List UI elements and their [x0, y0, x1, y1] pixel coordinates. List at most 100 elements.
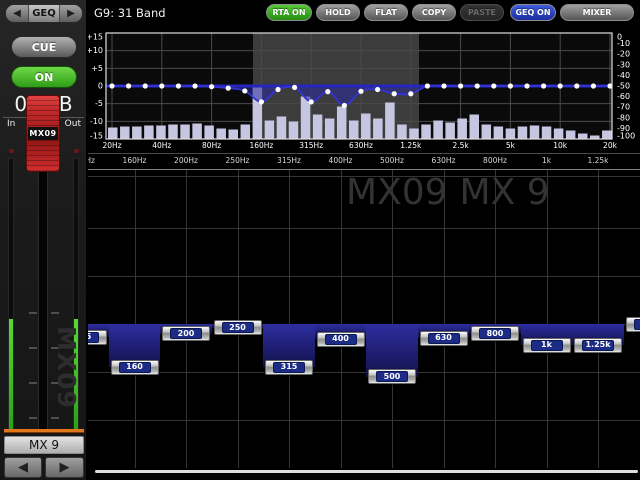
prev-channel-button[interactable]: ◀ — [4, 457, 42, 478]
band-gain-dot — [259, 99, 264, 104]
rta-bar — [325, 119, 335, 139]
axis-label: -70 — [617, 103, 630, 112]
fader-tick — [29, 312, 37, 314]
geq-editor-window: ◀ GEQ ▶ CUE ON 0.0dB In Out MX09 MX09 MX… — [0, 0, 640, 480]
band-fader-handle-1k[interactable]: 1k — [523, 338, 571, 353]
rta-bar — [494, 127, 504, 139]
mixer-button[interactable]: MIXER — [560, 4, 634, 21]
next-geq-arrow-icon[interactable]: ▶ — [60, 5, 82, 22]
panel-gridline — [598, 170, 599, 468]
band-gain-dot — [491, 83, 496, 88]
band-fader-label: 160 — [119, 362, 151, 373]
band-fader-label: 1.6k — [634, 319, 640, 330]
band-gain-dot — [392, 91, 397, 96]
fader-tick — [29, 417, 37, 419]
rta-bar — [132, 127, 142, 139]
band-gain-dot — [126, 83, 131, 88]
prev-geq-arrow-icon[interactable]: ◀ — [6, 5, 28, 22]
copy-button[interactable]: COPY — [412, 4, 456, 21]
rta-bar — [445, 123, 455, 139]
rta-bar — [204, 126, 214, 139]
x-tick-label: 5k — [490, 141, 530, 150]
channel-fader-handle[interactable]: MX09 — [26, 95, 60, 172]
rta-bar — [602, 131, 612, 139]
rta-bar — [433, 121, 443, 139]
band-fader-handle-250[interactable]: 250 — [214, 320, 262, 335]
rta-bar — [313, 115, 323, 139]
panel-gridline — [88, 176, 640, 177]
band-gain-dot — [458, 83, 463, 88]
x-tick-label: 20k — [590, 141, 630, 150]
band-fader-handle-1.25k[interactable]: 1.25k — [574, 338, 622, 353]
band-header-label: 200Hz — [164, 156, 208, 165]
panel-gridline — [341, 170, 342, 468]
axis-label: -5 — [95, 99, 103, 108]
band-gain-dot — [275, 87, 280, 92]
band-fader-handle-500[interactable]: 500 — [368, 369, 416, 384]
band-fader-strip[interactable]: MX09MX 9 125 160 200 250 315 400 500 630 800 1k 1.… — [88, 169, 640, 468]
rta-bar — [590, 136, 600, 139]
panel-gridline — [444, 170, 445, 468]
on-button[interactable]: ON — [11, 66, 77, 88]
geq-on-button[interactable]: GEQ ON — [510, 4, 556, 21]
fader-tick — [29, 382, 37, 384]
band-gain-dot — [375, 87, 380, 92]
panel-gridline — [88, 276, 640, 277]
rta-bar — [385, 103, 395, 139]
band-fader-label: 125 — [88, 332, 99, 343]
band-gain-dot — [475, 83, 480, 88]
input-level-meter — [8, 158, 14, 432]
rta-bar — [192, 124, 202, 139]
rta-bar — [554, 129, 564, 139]
hold-button[interactable]: HOLD — [316, 4, 360, 21]
rta-bar — [409, 129, 419, 139]
axis-label: +5 — [91, 64, 103, 73]
rta-bar — [578, 134, 588, 139]
band-header-label: 1k — [525, 156, 569, 165]
axis-label: -80 — [617, 113, 630, 122]
panel-gridline — [135, 170, 136, 468]
band-fader-handle-630[interactable]: 630 — [420, 331, 468, 346]
rta-bar — [241, 125, 251, 139]
band-fader-handle-800[interactable]: 800 — [471, 326, 519, 341]
flat-button[interactable]: FLAT — [364, 4, 408, 21]
geq-rack-watermark: MX09MX 9 — [346, 172, 550, 213]
band-header-label: 630Hz — [422, 156, 466, 165]
panel-gridline — [392, 170, 393, 468]
band-fader-label: 800 — [479, 328, 511, 339]
rta-bar — [421, 125, 431, 139]
band-gain-dot — [242, 88, 247, 93]
axis-label: 0 — [98, 82, 103, 91]
band-fader-handle-1.6k[interactable]: 1.6k — [626, 317, 640, 332]
fader-cap-label: MX09 — [28, 127, 58, 140]
panel-gridline — [238, 170, 239, 468]
next-channel-button[interactable]: ▶ — [45, 457, 84, 478]
rta-on-button[interactable]: RTA ON — [266, 4, 312, 21]
rta-bar — [180, 125, 190, 139]
band-fader-handle-125[interactable]: 125 — [88, 330, 107, 345]
band-fader-label: 1.25k — [582, 340, 614, 351]
band-fader-handle-315[interactable]: 315 — [265, 360, 313, 375]
band-header-label: 315Hz — [267, 156, 311, 165]
band-fader-handle-400[interactable]: 400 — [317, 332, 365, 347]
band-gain-dot — [591, 83, 596, 88]
rta-bar — [156, 126, 166, 139]
rta-bar — [566, 131, 576, 139]
rta-bar — [289, 122, 299, 139]
axis-label: +10 — [88, 46, 103, 55]
left-arrow-icon: ◀ — [18, 460, 28, 475]
panel-gridline — [88, 228, 640, 229]
band-gain-dot — [425, 83, 430, 88]
rta-bar — [265, 121, 275, 139]
band-fader-handle-160[interactable]: 160 — [111, 360, 159, 375]
band-fader-handle-200[interactable]: 200 — [162, 326, 210, 341]
band-gain-dot — [109, 83, 114, 88]
band-gain-dot — [524, 83, 529, 88]
rta-bar — [337, 107, 347, 139]
paste-button[interactable]: PASTE — [460, 4, 504, 21]
rta-bar — [349, 121, 359, 139]
panel-gridline — [186, 170, 187, 468]
cue-button[interactable]: CUE — [11, 36, 77, 58]
rta-bar — [506, 129, 516, 139]
band-gain-dot — [226, 86, 231, 91]
